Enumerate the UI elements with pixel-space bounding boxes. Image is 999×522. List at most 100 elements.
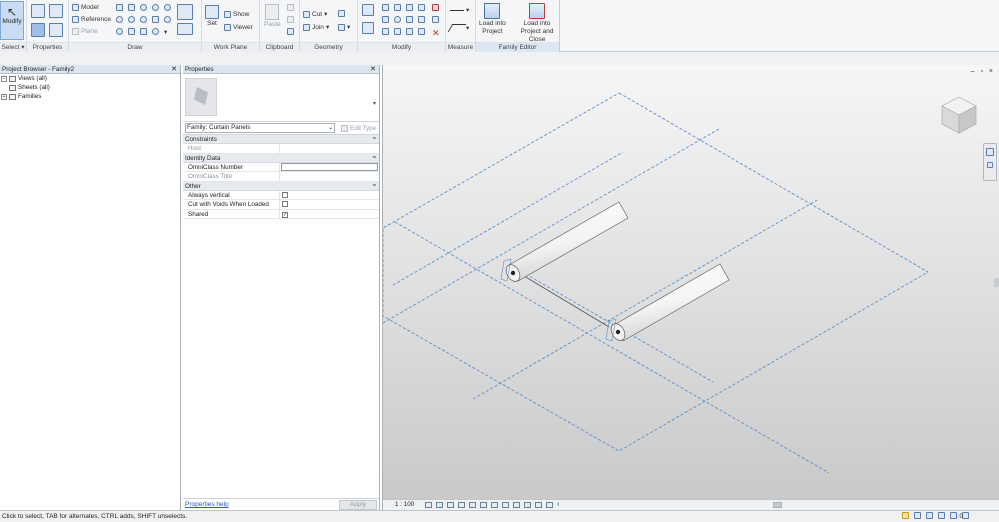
tree-item[interactable]: − Views (all) xyxy=(0,74,180,83)
lock-view-icon[interactable] xyxy=(480,502,487,508)
arc-center-tool[interactable] xyxy=(128,16,135,23)
spline-tool[interactable] xyxy=(152,16,159,23)
circle-tool[interactable] xyxy=(152,4,159,11)
ellipse-tool[interactable] xyxy=(164,16,171,23)
rotate-button[interactable] xyxy=(394,16,401,23)
vertical-scroll-thumb[interactable] xyxy=(994,278,999,287)
partial-ellipse-tool[interactable] xyxy=(116,28,123,35)
property-checkbox-cell[interactable]: ✓ xyxy=(280,210,379,219)
array-button[interactable] xyxy=(418,16,425,23)
reference-line-a[interactable] xyxy=(394,221,830,474)
split-button[interactable] xyxy=(418,4,425,11)
select-links-icon[interactable] xyxy=(926,512,933,519)
reference-planes[interactable] xyxy=(383,92,929,474)
dimension-button[interactable]: ▾ xyxy=(447,24,469,32)
tree-expander-icon[interactable]: − xyxy=(1,75,7,82)
apply-button[interactable]: Apply xyxy=(339,500,377,510)
pin-button[interactable] xyxy=(432,16,439,23)
properties-close-icon[interactable]: ✕ xyxy=(370,65,376,74)
checkbox-checked-icon[interactable]: ✓ xyxy=(282,211,288,218)
delete-icon[interactable]: ✕ xyxy=(432,28,440,39)
property-value[interactable] xyxy=(281,162,378,171)
family-filter-select[interactable]: Family: Curtain Panels ⌄ xyxy=(185,123,335,133)
load-into-project-and-close-button[interactable]: Load into Project and Close xyxy=(515,3,559,44)
zoom-icon[interactable] xyxy=(987,162,993,168)
analytical-model-icon[interactable] xyxy=(546,502,553,508)
checkbox-icon[interactable] xyxy=(282,201,288,207)
polygon-tool[interactable] xyxy=(140,4,147,11)
viewer-button[interactable]: Viewer xyxy=(224,24,253,31)
shadows-icon[interactable] xyxy=(458,502,465,508)
property-category[interactable]: Constraints ≈ xyxy=(183,135,379,144)
type-properties-button[interactable] xyxy=(49,4,63,18)
set-work-plane-button[interactable]: Set xyxy=(205,5,219,27)
measure-button[interactable]: ▾ xyxy=(450,6,469,14)
cut-geometry-button[interactable]: Cut ▾ xyxy=(303,10,327,18)
work-plane-based-button[interactable] xyxy=(177,4,193,20)
properties-help-link[interactable]: Properties help xyxy=(185,501,229,508)
offset-button[interactable] xyxy=(382,4,389,11)
line-tool[interactable] xyxy=(116,4,123,11)
trim-multiple-button[interactable] xyxy=(394,28,401,35)
navigation-bar[interactable] xyxy=(983,143,997,181)
tree-item[interactable]: + Families xyxy=(0,92,180,101)
point-tool[interactable] xyxy=(152,28,159,35)
detail-level-icon[interactable] xyxy=(425,502,432,508)
collapse-icon[interactable]: ≈ xyxy=(373,135,376,144)
show-crop-icon[interactable] xyxy=(502,502,509,508)
surface-button[interactable] xyxy=(177,23,193,35)
select-underlay-icon[interactable] xyxy=(938,512,945,519)
design-options-icon[interactable] xyxy=(914,512,921,519)
load-into-project-button[interactable]: Load into Project xyxy=(479,3,506,36)
collapse-icon[interactable]: ≈ xyxy=(373,182,376,191)
project-browser-close-icon[interactable]: ✕ xyxy=(171,65,177,74)
property-checkbox-cell[interactable] xyxy=(280,200,379,209)
property-category[interactable]: Identity Data ≈ xyxy=(183,153,379,163)
trim-single-button[interactable] xyxy=(382,28,389,35)
crop-view-icon[interactable] xyxy=(491,502,498,508)
join-geometry-button[interactable]: Join ▾ xyxy=(303,23,329,31)
align-button[interactable] xyxy=(362,4,374,16)
modify-button[interactable]: ↖ Modify xyxy=(0,1,24,40)
view-cube-icon[interactable] xyxy=(939,93,979,137)
render-icon[interactable] xyxy=(469,502,476,508)
move-button[interactable] xyxy=(362,22,374,34)
mirror-axis-button[interactable] xyxy=(394,4,401,11)
mullion-tube-1[interactable] xyxy=(500,201,629,284)
collapse-icon[interactable]: ≈ xyxy=(373,154,376,163)
checkbox-icon[interactable] xyxy=(282,191,288,198)
cut-clipboard-button[interactable] xyxy=(287,4,294,11)
draw-more-dropdown[interactable]: ▾ xyxy=(164,28,167,36)
visual-style-icon[interactable] xyxy=(436,502,443,508)
fillet-arc-tool[interactable] xyxy=(140,16,147,23)
copy-modify-button[interactable] xyxy=(382,16,389,23)
properties-button[interactable] xyxy=(31,4,45,18)
pick-lines-tool[interactable] xyxy=(128,28,135,35)
worksharing-display-icon[interactable] xyxy=(535,502,542,508)
copy-button[interactable] xyxy=(287,16,294,23)
arc-start-end-tool[interactable] xyxy=(116,16,123,23)
mullion-tube-2[interactable] xyxy=(605,263,730,343)
steering-wheel-icon[interactable] xyxy=(986,148,994,156)
property-category[interactable]: Other ≈ xyxy=(183,181,379,191)
worksets-icon[interactable] xyxy=(902,512,909,519)
view-scale[interactable]: 1 : 100 xyxy=(395,501,414,508)
select-dropdown[interactable]: Select ▾ xyxy=(0,42,26,52)
trim-button[interactable] xyxy=(406,16,413,23)
family-category-button[interactable] xyxy=(31,23,45,37)
select-pinned-icon[interactable] xyxy=(950,512,957,519)
temporary-hide-icon[interactable] xyxy=(513,502,520,508)
arc-tool[interactable] xyxy=(164,4,171,11)
edit-type-button[interactable]: Edit Type xyxy=(341,124,376,132)
paint-button[interactable]: ▾ xyxy=(338,23,350,31)
horizontal-scroll-thumb[interactable] xyxy=(773,502,782,508)
split-face-button[interactable] xyxy=(338,10,345,17)
rectangle-tool[interactable] xyxy=(128,4,135,11)
mirror-draw-button[interactable] xyxy=(406,4,413,11)
outer-reference-plane[interactable] xyxy=(383,92,929,452)
property-checkbox-cell[interactable] xyxy=(280,191,379,200)
type-selector[interactable]: ▾ xyxy=(183,74,379,122)
viewport-window-controls[interactable]: – ▫ × xyxy=(971,68,995,75)
tree-item[interactable]: Sheets (all) xyxy=(0,83,180,92)
drawing-viewport[interactable]: – ▫ × 1 : 100 ‹ xyxy=(382,65,999,510)
